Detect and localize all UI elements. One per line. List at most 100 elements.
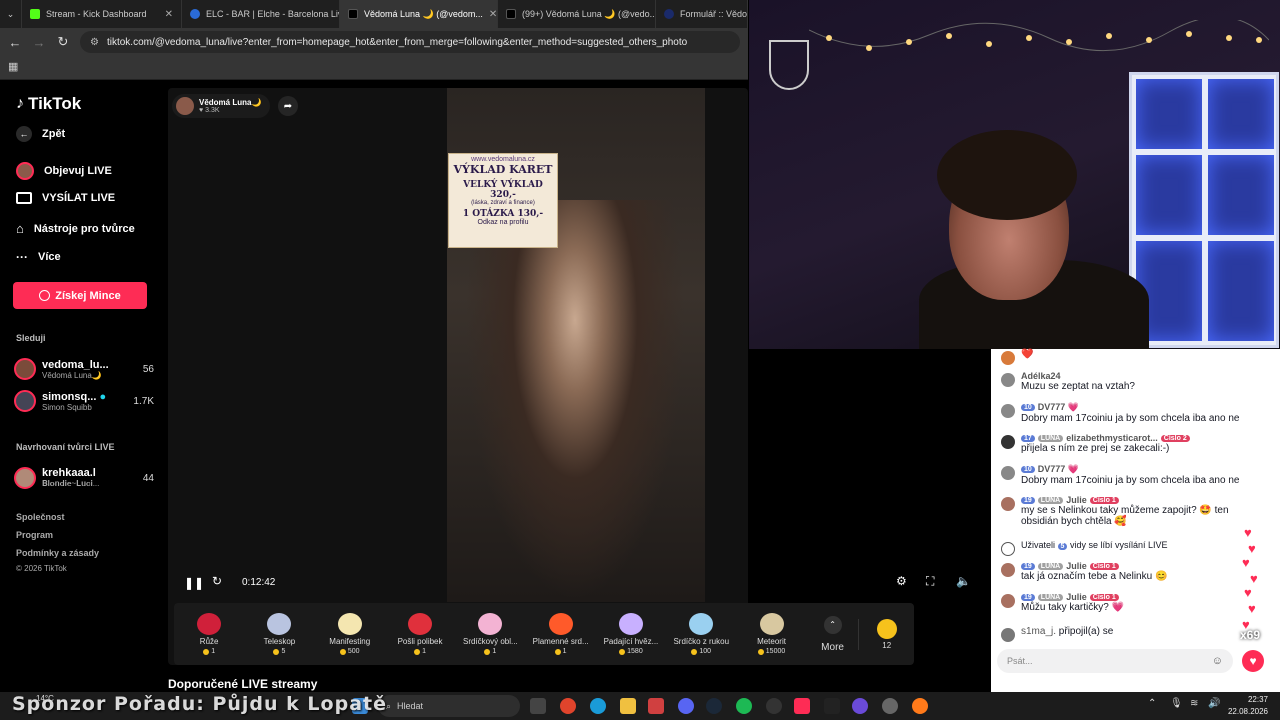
tiktok-logo[interactable]: ♪ TikTok [16, 94, 81, 114]
following-account[interactable]: simonsq... ● Simon Squibb 1.7K [14, 390, 154, 412]
steam-icon[interactable] [706, 698, 722, 714]
tab-label: Vědomá Luna 🌙 (@vedom... [364, 8, 483, 19]
gift-item[interactable]: Manifesting 500 [315, 613, 385, 655]
avatar [1001, 594, 1015, 608]
moon-icon [337, 613, 362, 635]
tab-elche[interactable]: ELC - BAR | Elche - Barcelona Liv ✕ [182, 0, 340, 28]
live-avatar-icon [16, 162, 34, 180]
address-bar-row: ← → ↻ ⚙ tiktok.com/@vedoma_luna/live?ent… [0, 28, 748, 56]
speaker-icon[interactable]: 🔊 [1208, 698, 1220, 709]
chrome-icon[interactable] [560, 698, 576, 714]
firefox-icon[interactable] [912, 698, 928, 714]
chat-message: 19 LUNA Julie Číslo 1 my se s Nelinkou taky … [1001, 495, 1241, 527]
avatar [1001, 435, 1015, 449]
taskbar-clock[interactable]: 22:37 22.08.2026 [1228, 694, 1268, 718]
settings-gear-icon[interactable] [882, 698, 898, 714]
mic-icon[interactable]: 🎙 [1170, 698, 1183, 709]
gift-item[interactable]: Meteorit 15000 [736, 613, 806, 655]
footer-terms[interactable]: Podmínky a zásady [16, 548, 99, 558]
edge-icon[interactable] [590, 698, 606, 714]
coin-icon [876, 618, 897, 639]
gifts-more-button[interactable]: ⌃ More [807, 615, 859, 653]
like-heart-button[interactable]: ♥ [1242, 650, 1264, 672]
close-icon[interactable]: ✕ [165, 9, 173, 20]
avatar [14, 358, 36, 380]
following-account[interactable]: vedoma_lu... Vědomá Luna🌙 56 [14, 358, 154, 380]
tiktok-sidebar: ♪ TikTok ← Zpět Objevuj LIVE VYSÍLAT LIV… [0, 82, 168, 692]
avatar [1001, 563, 1015, 577]
gift-item[interactable]: Padající hvěz... 1580 [596, 613, 666, 655]
chat-input[interactable]: Psát... ☺ [997, 649, 1233, 673]
tab-vedoma-2[interactable]: (99+) Vědomá Luna 🌙 (@vedo... ✕ [498, 0, 656, 28]
bookmarks-bar: ▦ [0, 56, 748, 80]
tab-label: ELC - BAR | Elche - Barcelona Liv [206, 9, 340, 19]
wifi-icon[interactable]: ≋ [1190, 698, 1198, 709]
gift-item[interactable]: Teleskop 5 [244, 613, 314, 655]
string-lights [809, 20, 1269, 52]
forward-arrow-icon[interactable]: → [32, 35, 46, 50]
fullscreen-icon[interactable]: ⛶ [926, 574, 934, 589]
back-arrow-icon[interactable]: ← [8, 35, 22, 50]
tray-chevron-icon[interactable]: ⌃ [1148, 698, 1156, 709]
avatar [1001, 497, 1015, 511]
url-input[interactable]: ⚙ tiktok.com/@vedoma_luna/live?enter_fro… [80, 31, 740, 53]
site-settings-icon[interactable]: ⚙ [90, 37, 99, 48]
tab-label: (99+) Vědomá Luna 🌙 (@vedo... [522, 8, 656, 19]
gift-item[interactable]: Růže 1 [174, 613, 244, 655]
emoji-icon[interactable]: ☺ [1212, 655, 1223, 667]
chat-message: Adélka24 Muzu se zeptat na vztah? [1001, 371, 1241, 392]
volume-icon[interactable]: 🔈 [956, 574, 971, 588]
nav-more[interactable]: ··· Více [16, 250, 61, 264]
app-icon[interactable] [648, 698, 664, 714]
refresh-icon[interactable]: ↻ [212, 574, 222, 588]
avatar [14, 467, 36, 489]
gift-item[interactable]: Plamenné srd... 1 [525, 613, 595, 655]
following-title: Sleduji [16, 333, 46, 343]
chevron-up-icon: ⌃ [823, 615, 842, 634]
discord-icon[interactable] [678, 698, 694, 714]
nav-go-live[interactable]: VYSÍLAT LIVE [16, 192, 115, 204]
suggested-account[interactable]: krehkaaa.l 𝐁𝐥𝐨𝐧𝐝𝐢𝐞~𝐋𝐮𝐜𝐢... 44 [14, 467, 154, 489]
nav-discover-live[interactable]: Objevuj LIVE [16, 162, 112, 180]
footer-copyright: © 2026 TikTok [16, 564, 67, 573]
taskbar-search[interactable]: ⌕ Hledat [378, 695, 520, 717]
tab-menu-button[interactable]: ⌄ [0, 0, 22, 28]
reload-icon[interactable]: ↻ [56, 34, 70, 50]
tab-kick[interactable]: Stream - Kick Dashboard ✕ [22, 0, 182, 28]
footer-program[interactable]: Program [16, 530, 53, 540]
explorer-icon[interactable] [620, 698, 636, 714]
get-coins-button[interactable]: Získej Mince [13, 282, 147, 309]
apps-grid-icon[interactable]: ▦ [8, 60, 18, 73]
gift-item[interactable]: Srdíčko z rukou 100 [666, 613, 736, 655]
gift-bar: Růže 1 Teleskop 5 Manifesting 500 Pošli pol… [174, 603, 914, 665]
browser-tab-bar: ⌄ Stream - Kick Dashboard ✕ ELC - BAR | … [0, 0, 748, 28]
task-view-icon[interactable] [530, 698, 546, 714]
tiktok-app-icon[interactable] [794, 698, 810, 714]
avatar [1001, 628, 1015, 642]
footer-company[interactable]: Společnost [16, 512, 65, 522]
gift-item[interactable]: Pošli polibek 1 [385, 613, 455, 655]
avatar [1001, 466, 1015, 480]
spotify-icon[interactable] [736, 698, 752, 714]
streamer-hair [937, 130, 1077, 220]
coin-balance[interactable]: 12 [858, 618, 914, 650]
playback-time: 0:12:42 [242, 577, 276, 588]
share-icon[interactable]: ➦ [278, 96, 298, 116]
tab-formular[interactable]: Formulář :: Vědoma [656, 0, 748, 28]
gift-item[interactable]: Srdíčkový obl... 1 [455, 613, 525, 655]
app-icon[interactable] [852, 698, 868, 714]
app-icon[interactable] [824, 698, 840, 714]
streamer-figure [465, 200, 685, 600]
live-chat: ❤️ Adélka24 Muzu se zeptat na vztah? 10 DV… [991, 349, 1280, 692]
tab-vedoma-active[interactable]: Vědomá Luna 🌙 (@vedom... ✕ [340, 0, 498, 28]
close-icon[interactable]: ✕ [489, 9, 497, 20]
nav-creator-tools[interactable]: ⌂ Nástroje pro tvůrce [16, 221, 135, 236]
tab-label: Stream - Kick Dashboard [46, 9, 147, 19]
kiss-icon [408, 613, 433, 635]
host-info[interactable]: Vědomá Luna🌙 ♥ 3.3K [172, 94, 270, 118]
settings-icon[interactable]: ⚙ [896, 574, 907, 588]
pause-icon[interactable]: ❚❚ [184, 576, 204, 590]
chat-message: 19 LUNA Julie Číslo 1 tak já označím tebe a … [1001, 561, 1241, 582]
obs-icon[interactable] [766, 698, 782, 714]
back-link[interactable]: ← Zpět [16, 126, 65, 142]
